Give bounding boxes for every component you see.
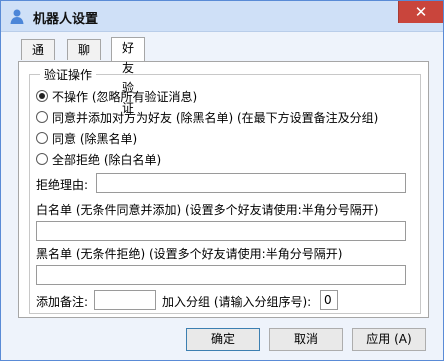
friend-verification-panel: 验证操作 不操作 (忽略所有验证消息) 同意并添加对方为好友 (除黑名单) (在… <box>18 61 429 318</box>
reject-reason-input[interactable] <box>96 173 406 193</box>
cancel-button[interactable]: 取消 <box>269 328 343 351</box>
radio-indicator <box>36 132 48 144</box>
tab-general[interactable]: 通常 <box>21 39 56 77</box>
ok-button[interactable]: 确定 <box>186 328 260 351</box>
remark-input[interactable] <box>94 290 156 310</box>
title-bar: 机器人设置 ✕ <box>1 1 443 32</box>
remark-label: 添加备注: <box>36 295 89 309</box>
option-accept-add-radio[interactable]: 同意并添加对方为好友 (除黑名单) (在最下方设置备注及分组) <box>36 108 378 126</box>
group-number-label: 加入分组 (请输入分组序号): <box>162 295 312 309</box>
person-icon <box>10 9 24 24</box>
blacklist-label: 黑名单 (无条件拒绝) (设置多个好友请使用:半角分号隔开) <box>36 247 343 261</box>
window-title: 机器人设置 <box>33 12 99 27</box>
option-ignore-radio[interactable]: 不操作 (忽略所有验证消息) <box>36 87 197 105</box>
option-accept-radio[interactable]: 同意 (除黑名单) <box>36 129 137 147</box>
tab-label: 好友验证 <box>122 41 135 115</box>
tab-chat[interactable]: 聊天 <box>67 39 102 77</box>
option-label: 全部拒绝 (除白名单) <box>52 152 162 167</box>
group-number-input[interactable]: 0 <box>320 290 338 310</box>
tab-friend-verification[interactable]: 好友验证 <box>111 37 146 115</box>
radio-indicator <box>36 90 48 102</box>
blacklist-input[interactable] <box>36 265 406 285</box>
whitelist-input[interactable] <box>36 221 406 241</box>
radio-indicator <box>36 153 48 165</box>
settings-window: 机器人设置 ✕ 通常 聊天 好友验证 验证操作 不操作 (忽略所有验证消息) 同… <box>0 0 444 361</box>
apply-button[interactable]: 应用 (A) <box>352 328 426 351</box>
option-reject-all-radio[interactable]: 全部拒绝 (除白名单) <box>36 150 161 168</box>
close-icon: ✕ <box>414 3 428 21</box>
option-label: 同意并添加对方为好友 (除黑名单) (在最下方设置备注及分组) <box>52 110 379 125</box>
radio-indicator <box>36 111 48 123</box>
reject-reason-label: 拒绝理由: <box>36 178 89 192</box>
whitelist-label: 白名单 (无条件同意并添加) (设置多个好友请使用:半角分号隔开) <box>36 203 379 217</box>
close-button[interactable]: ✕ <box>398 1 443 23</box>
verify-action-group: 验证操作 不操作 (忽略所有验证消息) 同意并添加对方为好友 (除黑名单) (在… <box>29 66 421 314</box>
group-title: 验证操作 <box>40 66 97 83</box>
option-label: 同意 (除黑名单) <box>52 131 138 146</box>
